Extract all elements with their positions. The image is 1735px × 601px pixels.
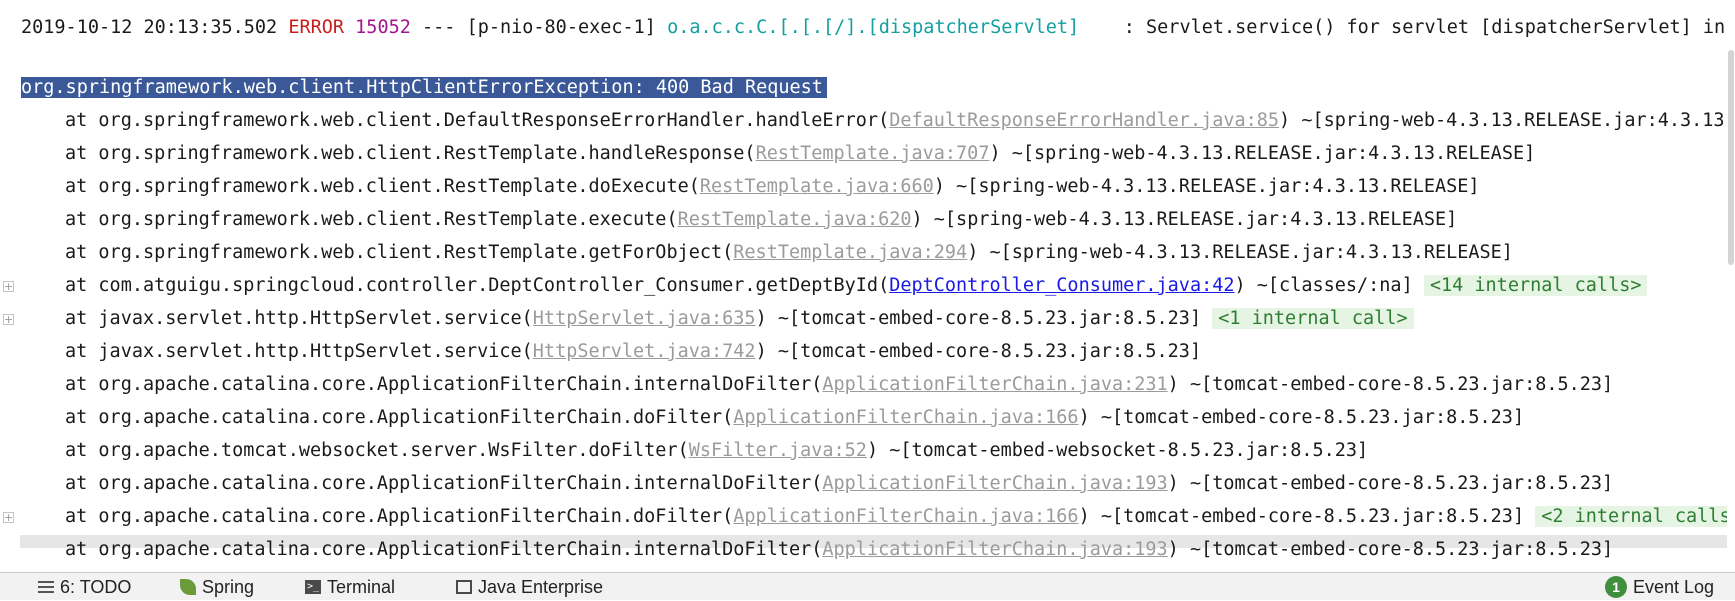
source-link[interactable]: HttpServlet.java:742	[533, 341, 756, 362]
terminal-label: Terminal	[327, 577, 396, 597]
source-link[interactable]: RestTemplate.java:620	[678, 209, 912, 230]
frame-library: ) ~[spring-web-4.3.13.RELEASE.jar:4.3.13…	[1279, 110, 1735, 131]
frame-method: at org.apache.catalina.core.ApplicationF…	[65, 539, 823, 560]
log-timestamp: 2019-10-12 20:13:35.502	[21, 17, 278, 38]
log-level: ERROR	[288, 17, 345, 38]
stack-frame-row: at org.springframework.web.client.RestTe…	[0, 172, 1735, 202]
exception-line[interactable]: org.springframework.web.client.HttpClien…	[0, 73, 1735, 103]
stack-frame-row: at org.springframework.web.client.RestTe…	[0, 238, 1735, 268]
frame-library: ) ~[tomcat-embed-core-8.5.23.jar:8.5.23]	[1167, 539, 1614, 560]
frame-method: at org.springframework.web.client.RestTe…	[65, 143, 756, 164]
frame-method: at javax.servlet.http.HttpServlet.servic…	[65, 308, 533, 329]
terminal-icon: >_	[305, 580, 321, 594]
frame-library: ) ~[tomcat-embed-core-8.5.23.jar:8.5.23]	[1078, 506, 1525, 527]
internal-calls-folded[interactable]: <14 internal calls>	[1423, 275, 1648, 296]
source-link[interactable]: RestTemplate.java:707	[756, 143, 990, 164]
log-message: : Servlet.service() for servlet [dispatc…	[1123, 17, 1735, 38]
source-link[interactable]: ApplicationFilterChain.java:231	[822, 374, 1167, 395]
frame-library: ) ~[tomcat-embed-core-8.5.23.jar:8.5.23]	[755, 341, 1202, 362]
frame-method: at com.atguigu.springcloud.controller.De…	[65, 275, 890, 296]
source-link[interactable]: DeptController_Consumer.java:42	[889, 275, 1234, 296]
source-link[interactable]: ApplicationFilterChain.java:193	[822, 539, 1167, 560]
exception-text[interactable]: org.springframework.web.client.HttpClien…	[21, 77, 827, 98]
source-link[interactable]: HttpServlet.java:635	[533, 308, 756, 329]
stack-frame-row: at org.springframework.web.client.Defaul…	[0, 106, 1735, 136]
terminal-tool-button[interactable]: >_ Terminal	[305, 573, 395, 601]
frame-method: at org.springframework.web.client.RestTe…	[65, 209, 678, 230]
frame-method: at org.springframework.web.client.RestTe…	[65, 242, 734, 263]
source-link[interactable]: RestTemplate.java:294	[733, 242, 967, 263]
java-enterprise-tool-button[interactable]: Java Enterprise	[456, 573, 603, 601]
stack-frame-row: at org.apache.catalina.core.ApplicationF…	[0, 469, 1735, 499]
frame-method: at org.apache.catalina.core.ApplicationF…	[65, 473, 823, 494]
frame-method: at org.springframework.web.client.Defaul…	[65, 110, 890, 131]
source-link[interactable]: RestTemplate.java:660	[700, 176, 934, 197]
spring-label: Spring	[202, 577, 255, 597]
log-separator: ---	[422, 17, 456, 38]
frame-library: ) ~[spring-web-4.3.13.RELEASE.jar:4.3.13…	[933, 176, 1480, 197]
stack-frame-row: at org.apache.catalina.core.ApplicationF…	[0, 403, 1735, 433]
internal-calls-folded[interactable]: <2 internal calls>	[1535, 506, 1735, 527]
tool-window-bar: 6: TODO Spring >_ Terminal Java Enterpri…	[0, 572, 1735, 600]
frame-method: at org.apache.catalina.core.ApplicationF…	[65, 374, 823, 395]
vertical-scrollbar[interactable]	[1727, 0, 1735, 572]
stack-frame-row: + at com.atguigu.springcloud.controller.D…	[0, 271, 1735, 301]
spring-leaf-icon	[180, 579, 196, 595]
list-icon	[38, 581, 54, 593]
expand-fold-icon[interactable]: +	[3, 314, 14, 325]
frame-library: ) ~[classes/:na]	[1234, 275, 1413, 296]
frame-library: ) ~[spring-web-4.3.13.RELEASE.jar:4.3.13…	[911, 209, 1458, 230]
frame-method: at org.springframework.web.client.RestTe…	[65, 176, 700, 197]
frame-library: ) ~[tomcat-embed-core-8.5.23.jar:8.5.23]	[1167, 374, 1614, 395]
source-link[interactable]: ApplicationFilterChain.java:193	[822, 473, 1167, 494]
log-header-line: 2019-10-12 20:13:35.502 ERROR 15052 --- …	[0, 13, 1735, 43]
stack-frame-row: at javax.servlet.http.HttpServlet.servic…	[0, 337, 1735, 367]
scrollbar-thumb[interactable]	[1728, 50, 1734, 265]
spring-tool-button[interactable]: Spring	[180, 573, 254, 601]
stack-frame-row: at org.springframework.web.client.RestTe…	[0, 205, 1735, 235]
stack-frame-row: + at javax.servlet.http.HttpServlet.servi…	[0, 304, 1735, 334]
java-enterprise-label: Java Enterprise	[478, 577, 604, 597]
frame-library: ) ~[tomcat-embed-core-8.5.23.jar:8.5.23]	[755, 308, 1202, 329]
todo-label: 6: TODO	[60, 577, 132, 597]
event-log-label: Event Log	[1633, 577, 1715, 597]
stack-frame-row: at org.apache.catalina.core.ApplicationF…	[0, 370, 1735, 400]
stack-frame-row: + at org.apache.catalina.core.Application…	[0, 502, 1735, 532]
stack-frame-row: at org.springframework.web.client.RestTe…	[0, 139, 1735, 169]
frame-method: at org.apache.catalina.core.ApplicationF…	[65, 407, 734, 428]
event-log-tool-button[interactable]: 1 Event Log	[1605, 573, 1714, 601]
frame-method: at org.apache.catalina.core.ApplicationF…	[65, 506, 734, 527]
console-output[interactable]: 2019-10-12 20:13:35.502 ERROR 15052 --- …	[0, 0, 1735, 572]
frame-library: ) ~[tomcat-embed-core-8.5.23.jar:8.5.23]	[1167, 473, 1614, 494]
frame-library: ) ~[spring-web-4.3.13.RELEASE.jar:4.3.13…	[967, 242, 1513, 263]
frame-method: at javax.servlet.http.HttpServlet.servic…	[65, 341, 533, 362]
java-enterprise-icon	[456, 580, 472, 594]
frame-library: ) ~[tomcat-embed-core-8.5.23.jar:8.5.23]	[1078, 407, 1525, 428]
log-pid: 15052	[355, 17, 411, 38]
source-link[interactable]: ApplicationFilterChain.java:166	[733, 407, 1078, 428]
stack-frame-row: at org.apache.catalina.core.ApplicationF…	[0, 535, 1735, 565]
frame-method: at org.apache.tomcat.websocket.server.Ws…	[65, 440, 689, 461]
source-link[interactable]: ApplicationFilterChain.java:166	[733, 506, 1078, 527]
log-logger: o.a.c.c.C.[.[.[/].[dispatcherServlet]	[667, 17, 1080, 38]
expand-fold-icon[interactable]: +	[3, 281, 14, 292]
expand-fold-icon[interactable]: +	[3, 512, 14, 523]
frame-library: ) ~[spring-web-4.3.13.RELEASE.jar:4.3.13…	[989, 143, 1536, 164]
internal-calls-folded[interactable]: <1 internal call>	[1212, 308, 1414, 329]
stack-frame-row: at org.apache.tomcat.websocket.server.Ws…	[0, 436, 1735, 466]
log-thread: [p-nio-80-exec-1]	[466, 17, 656, 38]
todo-tool-button[interactable]: 6: TODO	[38, 573, 131, 601]
event-log-badge: 1	[1605, 576, 1627, 598]
frame-library: ) ~[tomcat-embed-websocket-8.5.23.jar:8.…	[866, 440, 1369, 461]
source-link[interactable]: WsFilter.java:52	[689, 440, 867, 461]
source-link[interactable]: DefaultResponseErrorHandler.java:85	[889, 110, 1279, 131]
